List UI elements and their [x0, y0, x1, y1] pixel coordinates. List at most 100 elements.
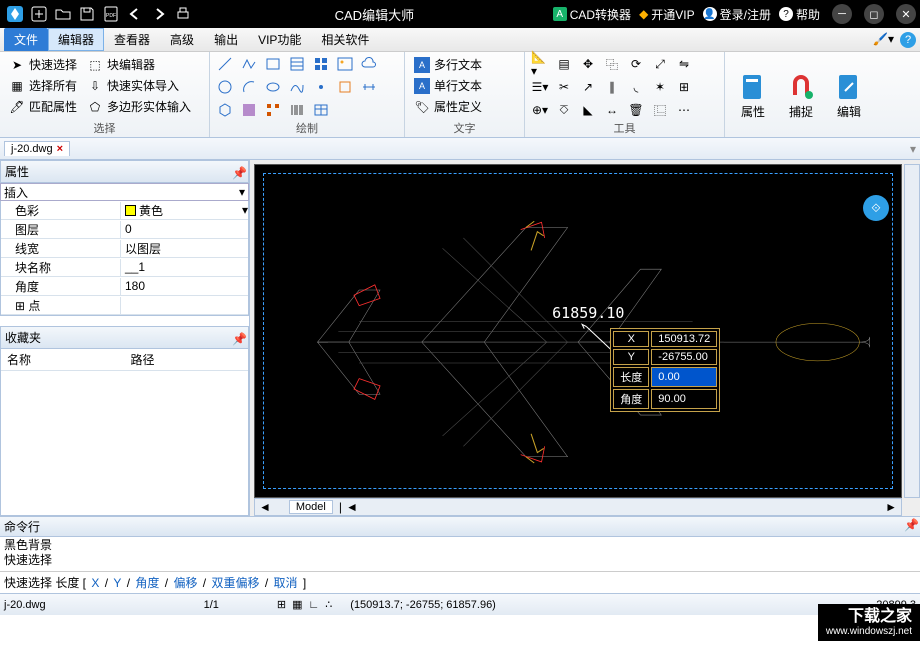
measure-icon[interactable]: 📐▾	[531, 55, 549, 73]
insert-dropdown[interactable]: 插入▾	[0, 183, 249, 201]
line-icon[interactable]	[216, 55, 234, 73]
favorites-panel-header[interactable]: 收藏夹📌	[0, 326, 249, 349]
help-link[interactable]: ?帮助	[779, 6, 820, 23]
login-link[interactable]: 👤登录/注册	[703, 6, 771, 23]
qrcode-icon[interactable]	[264, 101, 282, 119]
extend-icon[interactable]: ↗	[579, 78, 597, 96]
fav-col-name[interactable]: 名称	[1, 349, 125, 370]
pdf-icon[interactable]: PDF	[100, 3, 122, 25]
scroll-left-icon[interactable]: ◄	[255, 500, 275, 514]
multiline-text-button[interactable]: A多行文本	[411, 55, 485, 74]
menu-related[interactable]: 相关软件	[311, 28, 379, 51]
polygon-input-button[interactable]: ⬠多边形实体输入	[84, 97, 194, 116]
trim-icon[interactable]: ✂	[555, 78, 573, 96]
fillet-icon[interactable]: ◟	[627, 78, 645, 96]
block-insert-icon[interactable]	[336, 78, 354, 96]
model-tab[interactable]: Model	[289, 500, 333, 514]
fast-import-button[interactable]: ⇩快速实体导入	[84, 76, 194, 95]
group-icon[interactable]: ⿺	[651, 101, 669, 119]
image-icon[interactable]	[336, 55, 354, 73]
cmd-link-cancel[interactable]: 取消	[274, 576, 298, 590]
close-tab-icon[interactable]: ×	[57, 143, 63, 155]
scroll-track[interactable]: ◄	[342, 500, 362, 514]
grid-toggle-icon[interactable]: ▦	[292, 598, 302, 611]
rect-icon[interactable]	[264, 55, 282, 73]
singleline-text-button[interactable]: A单行文本	[411, 76, 485, 95]
select-all-button[interactable]: ▦选择所有	[6, 76, 80, 95]
arc-icon[interactable]	[240, 78, 258, 96]
block-editor-button[interactable]: ⬚块编辑器	[84, 55, 194, 74]
command-input[interactable]: 快速选择 长度 [ X / Y / 角度 / 偏移 / 双重偏移 / 取消 ]	[0, 571, 920, 593]
close-button[interactable]: ✕	[896, 4, 916, 24]
prop-row-angle[interactable]: 角度180	[1, 277, 248, 296]
barcode-icon[interactable]	[288, 101, 306, 119]
pin-icon[interactable]: 📌	[904, 518, 916, 530]
array-icon[interactable]: ⊞	[675, 78, 693, 96]
circle-icon[interactable]	[216, 78, 234, 96]
horizontal-scrollbar[interactable]: ◄ Model |◄ ►	[254, 498, 902, 516]
prop-row-layer[interactable]: 图层0	[1, 220, 248, 239]
layer-icon[interactable]: ▤	[555, 55, 573, 73]
scale-icon[interactable]: ⤢	[651, 55, 669, 73]
join-icon[interactable]: ⊕▾	[531, 101, 549, 119]
align-icon[interactable]: ☰▾	[531, 78, 549, 96]
hexagon-icon[interactable]	[216, 101, 234, 119]
cmd-link-angle[interactable]: 角度	[135, 576, 159, 590]
offset-icon[interactable]: ∥	[603, 78, 621, 96]
explode-icon[interactable]: ✶	[651, 78, 669, 96]
mirror-icon[interactable]: ⇋	[675, 55, 693, 73]
pin-icon[interactable]: 📌	[232, 332, 244, 344]
spline-icon[interactable]	[288, 78, 306, 96]
pin-icon[interactable]: 📌	[232, 166, 244, 178]
cmd-link-offset[interactable]: 偏移	[173, 576, 197, 590]
vip-link[interactable]: ◆开通VIP	[639, 6, 695, 23]
delete-icon[interactable]: 🗑	[627, 101, 645, 119]
menu-editor[interactable]: 编辑器	[48, 28, 104, 51]
polyline-icon[interactable]	[240, 55, 258, 73]
maximize-button[interactable]: ◻	[864, 4, 884, 24]
settings-help-icon[interactable]: ?	[900, 32, 916, 48]
prop-row-color[interactable]: 色彩黄色▾	[1, 201, 248, 220]
properties-big-button[interactable]: 属性	[731, 55, 775, 137]
attr-def-button[interactable]: 🏷属性定义	[411, 97, 485, 116]
fill-icon[interactable]	[240, 101, 258, 119]
menu-file[interactable]: 文件	[4, 28, 48, 51]
dim-icon[interactable]	[360, 78, 378, 96]
cmd-link-x[interactable]: X	[91, 576, 99, 590]
drawing-canvas[interactable]: 61859.10 X150913.72 Y-26755.00 长度0.00 角度…	[254, 164, 902, 498]
ellipse-icon[interactable]	[264, 78, 282, 96]
grid-icon[interactable]	[312, 55, 330, 73]
table-icon[interactable]	[312, 101, 330, 119]
redo-icon[interactable]	[148, 3, 170, 25]
style-icon[interactable]: 🖌️▾	[873, 32, 894, 48]
view-cube-button[interactable]: ⟐	[863, 195, 889, 221]
snap-big-button[interactable]: 捕捉	[779, 55, 823, 137]
polar-toggle-icon[interactable]: ∴	[325, 598, 332, 611]
quick-select-button[interactable]: ➤快速选择	[6, 55, 80, 74]
fav-col-path[interactable]: 路径	[125, 349, 249, 370]
menu-output[interactable]: 输出	[204, 28, 248, 51]
prop-row-lineweight[interactable]: 线宽以图层	[1, 239, 248, 258]
vertical-scrollbar[interactable]	[904, 164, 920, 498]
hatch-icon[interactable]	[288, 55, 306, 73]
cad-converter-link[interactable]: ACAD转换器	[553, 6, 631, 23]
length-input[interactable]: 0.00	[651, 367, 717, 387]
scroll-right-icon[interactable]: ►	[881, 500, 901, 514]
file-tab[interactable]: j-20.dwg×	[4, 141, 70, 156]
cmd-link-doffset[interactable]: 双重偏移	[211, 576, 259, 590]
chamfer-icon[interactable]: ◣	[579, 101, 597, 119]
more-tool-icon[interactable]: ⋯	[675, 101, 693, 119]
match-props-button[interactable]: 🖊匹配属性	[6, 97, 80, 116]
minimize-button[interactable]: ─	[832, 4, 852, 24]
cloud-icon[interactable]	[360, 55, 378, 73]
prop-row-point[interactable]: ⊞ 点	[1, 296, 248, 315]
cmd-link-y[interactable]: Y	[113, 576, 121, 590]
break-icon[interactable]: ⎏	[555, 101, 573, 119]
new-icon[interactable]	[28, 3, 50, 25]
stretch-icon[interactable]: ↔	[603, 101, 621, 119]
move-icon[interactable]: ✥	[579, 55, 597, 73]
snap-toggle-icon[interactable]: ⊞	[277, 598, 286, 611]
prop-row-blockname[interactable]: 块名称__1	[1, 258, 248, 277]
command-panel-header[interactable]: 命令行📌	[0, 517, 920, 537]
edit-big-button[interactable]: 编辑	[827, 55, 871, 137]
